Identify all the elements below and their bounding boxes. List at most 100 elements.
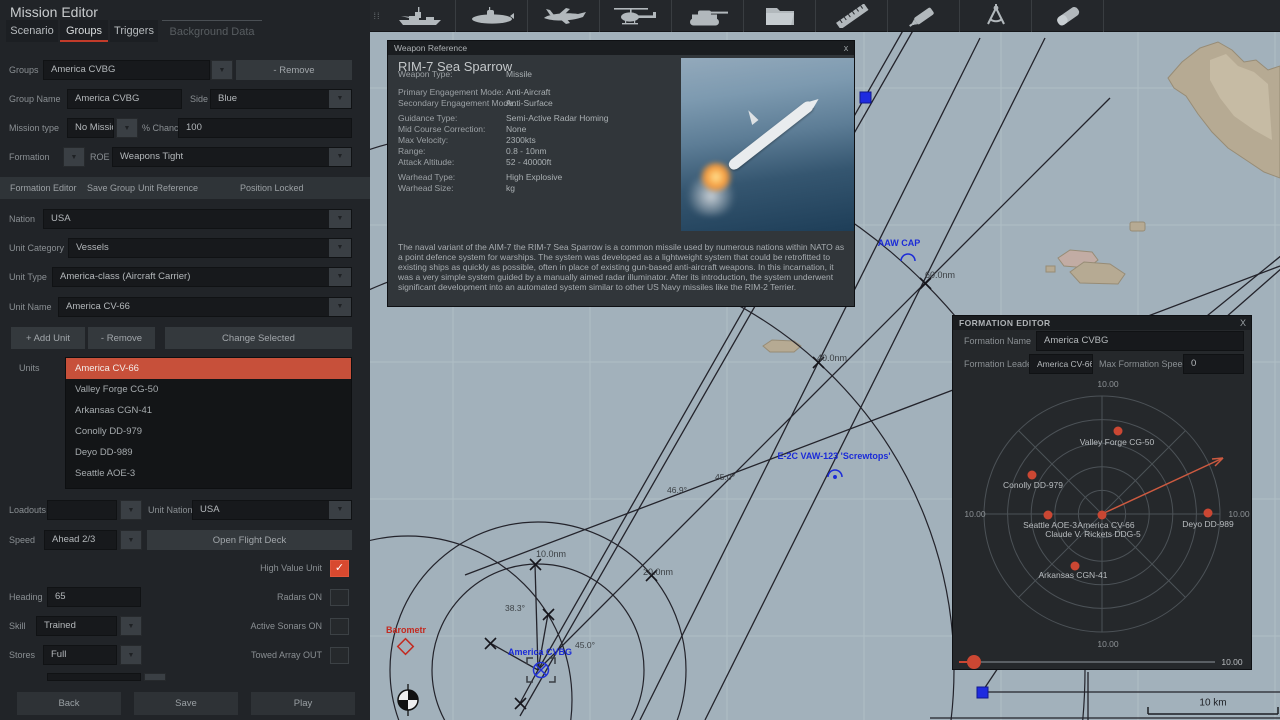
toolbar-button-folder[interactable] [744, 0, 816, 32]
stores-dropdown-button[interactable]: ▼ [120, 645, 142, 665]
loadouts-dropdown-button[interactable]: ▼ [120, 500, 142, 520]
side-select[interactable]: Blue ▼ [210, 89, 352, 109]
group-name-field[interactable]: America CVBG [67, 89, 182, 109]
change-selected-button[interactable]: Change Selected [165, 327, 352, 349]
toolbar-button-marker[interactable] [888, 0, 960, 32]
unit-name-select[interactable]: America CV-66 ▼ [58, 297, 352, 317]
chevron-down-icon[interactable]: ▼ [329, 210, 351, 228]
chevron-down-icon: ▼ [123, 124, 131, 132]
save-group-button[interactable]: Save Group [87, 177, 135, 199]
unit-reference-button[interactable]: Unit Reference [138, 177, 198, 199]
barometr-marker[interactable] [396, 637, 415, 656]
list-item-unit[interactable]: Arkansas CGN-41 [66, 400, 351, 421]
chevron-down-icon: ▼ [127, 651, 135, 659]
toolbar-button-eraser[interactable] [1032, 0, 1104, 32]
tab-triggers[interactable]: Triggers [110, 20, 158, 42]
ruler-icon [835, 4, 869, 28]
toolbar-button-aircraft[interactable] [528, 0, 600, 32]
formation-leader-field[interactable]: America CV-66 [1029, 354, 1093, 374]
max-formation-speed-field[interactable]: 0 [1183, 354, 1244, 374]
e2c-label[interactable]: E-2C VAW-123 'Screwtops' [778, 451, 891, 461]
skill-dropdown-button[interactable]: ▼ [120, 616, 142, 636]
group-label-america-cvbg[interactable]: America CVBG [508, 647, 572, 657]
toolbar-grip[interactable]: ⁞⁞ [370, 0, 384, 32]
high-value-unit-checkbox[interactable]: ✓ [330, 560, 349, 577]
heading-field[interactable]: 65 [47, 587, 141, 607]
roe-label: ROE [90, 152, 110, 162]
unit-nation-label: Unit Nation [148, 505, 193, 515]
tab-background-data[interactable]: Background Data [162, 20, 262, 42]
speed-field[interactable]: Ahead 2/3 [44, 530, 117, 550]
mission-type-dropdown-button[interactable]: ▼ [116, 118, 138, 138]
list-item-unit[interactable]: Deyo DD-989 [66, 442, 351, 463]
remove-group-button[interactable]: - Remove [236, 60, 352, 80]
weapon-description: The naval variant of the AIM-7 the RIM-7… [398, 242, 845, 292]
nation-value: USA [51, 213, 71, 224]
chevron-down-icon[interactable]: ▼ [329, 148, 351, 166]
slider-value: 10.00 [1221, 657, 1243, 667]
leader-course-arrow [1101, 457, 1224, 515]
formation-dot-conolly[interactable] [1027, 470, 1037, 480]
formation-editor-button[interactable]: Formation Editor [10, 177, 77, 199]
chevron-down-icon[interactable]: ▼ [329, 239, 351, 257]
nation-select[interactable]: USA ▼ [43, 209, 352, 229]
toolbar-button-compass[interactable] [960, 0, 1032, 32]
chevron-down-icon[interactable]: ▼ [329, 90, 351, 108]
chance-field[interactable]: 100 [178, 118, 352, 138]
loadouts-field[interactable] [47, 500, 117, 520]
open-flight-deck-button[interactable]: Open Flight Deck [147, 530, 352, 550]
back-button[interactable]: Back [17, 692, 121, 715]
formation-dot-deyo[interactable] [1203, 508, 1213, 518]
barometr-label[interactable]: Barometr [386, 625, 426, 635]
tab-scenario[interactable]: Scenario [6, 20, 58, 42]
tab-groups[interactable]: Groups [60, 20, 108, 42]
skill-field[interactable]: Trained [36, 616, 117, 636]
unit-name-value: America CV-66 [66, 301, 130, 312]
chevron-down-icon[interactable]: ▼ [329, 298, 351, 316]
aaw-cap-label[interactable]: AAW CAP [878, 238, 921, 248]
groups-dropdown-button[interactable]: ▼ [211, 60, 233, 80]
formation-dot-america[interactable] [1097, 510, 1107, 520]
list-item-unit[interactable]: Valley Forge CG-50 [66, 379, 351, 400]
chevron-down-icon[interactable]: ▼ [329, 268, 351, 286]
unit-type-select[interactable]: America-class (Aircraft Carrier) ▼ [52, 267, 352, 287]
stores-field[interactable]: Full [43, 645, 117, 665]
position-locked-button[interactable]: Position Locked [240, 177, 304, 199]
formation-scale-slider-handle[interactable] [967, 655, 981, 669]
list-item-unit[interactable]: Conolly DD-979 [66, 421, 351, 442]
angle-label-2: 45.0° [715, 472, 735, 482]
speed-dropdown-button[interactable]: ▼ [120, 530, 142, 550]
list-item-unit[interactable]: Seattle AOE-3 [66, 463, 351, 484]
mission-type-label: Mission type [9, 123, 60, 133]
toolbar-button-ruler[interactable] [816, 0, 888, 32]
remove-unit-button[interactable]: - Remove [88, 327, 155, 349]
nav-fix-marker[interactable] [397, 684, 419, 716]
add-unit-button[interactable]: + Add Unit [11, 327, 85, 349]
radars-on-checkbox[interactable]: ✓ [330, 589, 349, 606]
play-button[interactable]: Play [251, 692, 355, 715]
toolbar-button-helicopter[interactable] [600, 0, 672, 32]
formation-dot-valley-forge[interactable] [1113, 426, 1123, 436]
list-item-unit[interactable]: America CV-66 [66, 358, 351, 379]
formation-name-field[interactable]: America CVBG [1036, 331, 1244, 351]
chevron-down-icon[interactable]: ▼ [329, 501, 351, 519]
toolbar-button-tank[interactable] [672, 0, 744, 32]
mission-type-field[interactable]: No Mission [67, 118, 114, 138]
groups-field[interactable]: America CVBG [43, 60, 210, 80]
roe-select[interactable]: Weapons Tight ▼ [112, 147, 352, 167]
toolbar-button-warship[interactable] [384, 0, 456, 32]
close-button[interactable]: x [840, 41, 852, 55]
formation-dropdown-button[interactable]: ▼ [63, 147, 85, 167]
active-sonars-on-checkbox[interactable]: ✓ [330, 618, 349, 635]
toolbar-button-submarine[interactable] [456, 0, 528, 32]
missile-fin [743, 109, 759, 125]
range-label-60nm: 60.0nm [924, 270, 956, 280]
formation-dot-seattle[interactable] [1043, 510, 1053, 520]
save-button[interactable]: Save [134, 692, 238, 715]
close-button[interactable]: X [1237, 316, 1249, 330]
towed-array-out-checkbox[interactable]: ✓ [330, 647, 349, 664]
weapon-photo [681, 58, 854, 231]
stat-row: Warhead Size: kg [398, 183, 515, 193]
unit-nation-select[interactable]: USA ▼ [192, 500, 352, 520]
unit-category-select[interactable]: Vessels ▼ [68, 238, 352, 258]
